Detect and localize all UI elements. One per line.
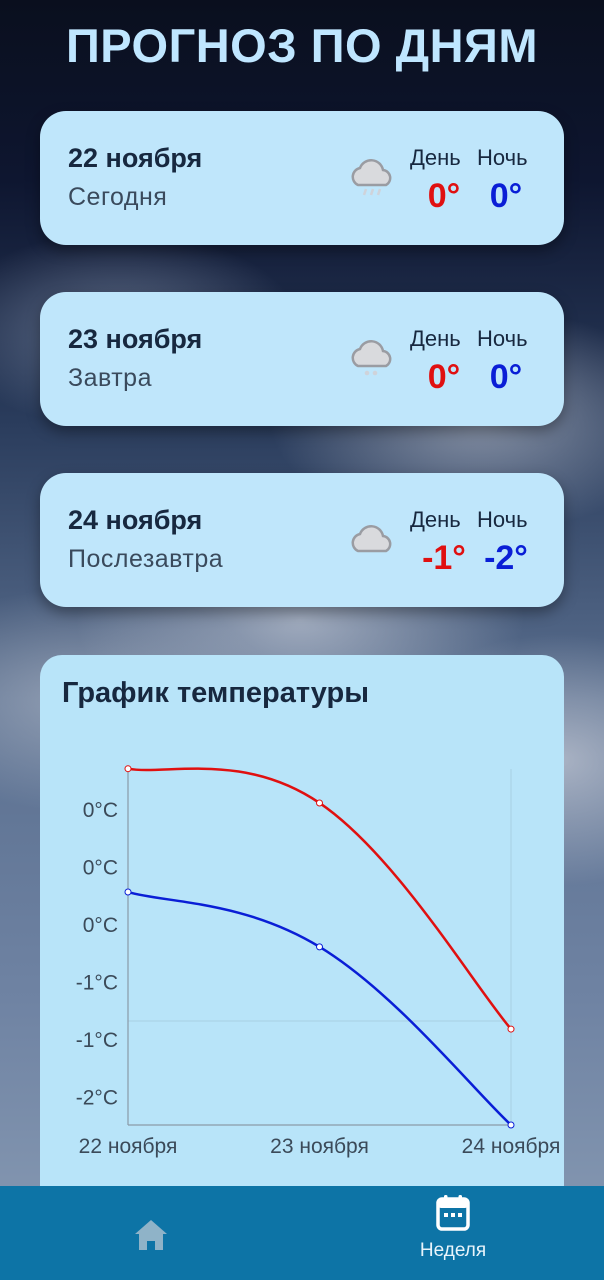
- cloud-snow-icon: [351, 340, 392, 376]
- y-tick-label: 0°C: [83, 857, 118, 880]
- calendar-icon: [436, 1195, 470, 1231]
- y-tick-label: -1°C: [76, 972, 118, 995]
- day-date: 22 ноября: [68, 143, 203, 173]
- day-label: День: [410, 507, 461, 532]
- series-line-night: [127, 890, 512, 1126]
- x-tick-label: 22 ноября: [79, 1135, 178, 1158]
- night-temperature: -2°: [484, 539, 528, 577]
- temperature-chart-card: График температуры 0°C 0°C 0°C -1°C -1°C -2°C…: [40, 655, 564, 1195]
- day-card-today[interactable]: 22 ноября Сегодня День Ночь 0° 0°: [40, 111, 564, 245]
- night-label: Ночь: [477, 507, 528, 532]
- night-label: Ночь: [477, 326, 528, 351]
- day-label: День: [410, 326, 461, 351]
- bottom-navigation: Неделя: [0, 1186, 604, 1280]
- data-point-night: [124, 888, 132, 896]
- y-tick-label: -1°C: [76, 1029, 118, 1052]
- page-title: ПРОГНОЗ ПО ДНЯМ: [66, 19, 538, 72]
- y-tick-label: 0°C: [83, 799, 118, 822]
- series-line-day: [127, 767, 512, 1030]
- data-point-night: [316, 943, 323, 951]
- night-label: Ночь: [477, 145, 528, 170]
- cloud-rain-icon: [351, 159, 392, 196]
- temperature-chart: 0°C 0°C 0°C -1°C -1°C -2°C 22 ноября 23 ноября 2…: [76, 765, 561, 1158]
- day-card-tomorrow[interactable]: 23 ноября Завтра День Ночь 0° 0°: [40, 292, 564, 426]
- y-tick-label: 0°C: [83, 914, 118, 937]
- y-tick-label: -2°C: [76, 1087, 118, 1110]
- day-date: 24 ноября: [68, 505, 203, 535]
- nav-week-tab[interactable]: Неделя: [400, 1194, 506, 1270]
- data-point-day: [124, 765, 132, 773]
- day-date: 23 ноября: [68, 324, 203, 354]
- x-tick-label: 24 ноября: [462, 1135, 561, 1158]
- day-relative: Завтра: [68, 364, 152, 392]
- cloud-icon: [351, 525, 392, 553]
- data-point-day: [316, 799, 323, 807]
- data-point-night: [507, 1121, 515, 1129]
- night-temperature: 0°: [489, 358, 523, 396]
- data-point-day: [507, 1025, 515, 1033]
- nav-week-label: Неделя: [419, 1240, 487, 1261]
- x-tick-label: 23 ноября: [270, 1135, 369, 1158]
- home-icon[interactable]: [126, 1212, 176, 1262]
- night-temperature: 0°: [489, 177, 523, 215]
- day-card-after-tomorrow[interactable]: 24 ноября Послезавтра День Ночь -1° -2°: [40, 473, 564, 607]
- day-label: День: [410, 145, 461, 170]
- day-relative: Послезавтра: [68, 545, 224, 573]
- day-relative: Сегодня: [68, 183, 168, 211]
